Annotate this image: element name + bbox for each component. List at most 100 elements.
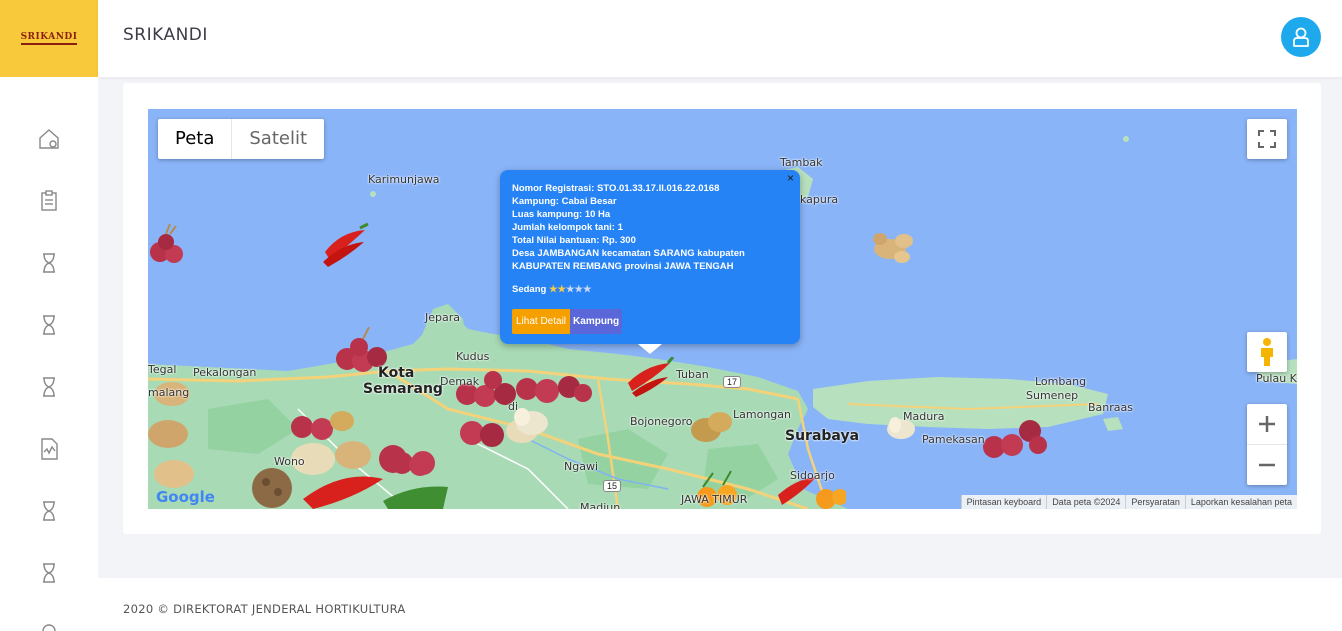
hourglass-icon [43,563,55,583]
info-line: Luas kampung: 10 Ha [512,209,611,220]
sidebar-item-hourglass-1[interactable] [37,251,61,275]
map-attribution: Pintasan keyboard Data peta ©2024 Persya… [960,495,1297,509]
logo[interactable]: SRIKANDI [0,0,98,77]
sidebar-item-hourglass-4[interactable] [37,499,61,523]
sidebar-item-clipboard[interactable] [37,189,61,213]
place-pamekasan: Pamekasan [922,433,985,446]
hourglass-icon [43,377,55,397]
home-icon [39,129,59,149]
sidebar-item-hourglass-5[interactable] [37,561,61,585]
place-madiun: Madiun [580,501,621,509]
place-madura: Madura [903,410,945,423]
star-empty-icon: ★★★ [566,284,592,295]
place-sumenep: Sumenep [1026,389,1079,402]
hourglass-icon [43,315,55,335]
place-lamongan: Lamongan [733,408,791,421]
map[interactable]: Karimunjawa Tambak kapura Jepara Kudus P… [148,109,1297,509]
place-tuban: Tuban [676,368,709,381]
sidebar-item-hourglass-2[interactable] [37,313,61,337]
minus-icon [1259,463,1275,466]
place-banraas: Banraas [1088,401,1133,414]
top-bar: SRIKANDI [98,0,1342,77]
place-jawa-timur: JAWA TIMUR [681,493,748,506]
sidebar [0,77,98,631]
fullscreen-icon [1258,130,1276,148]
map-data-text: Data peta ©2024 [1046,495,1125,509]
shallot-marker[interactable] [148,223,188,273]
rating-label: Sedang [512,284,547,295]
user-avatar-button[interactable] [1281,17,1321,57]
hourglass-icon [43,253,55,273]
info-window: × Nomor Registrasi: STO.01.33.17.II.016.… [500,170,800,354]
zoom-in-button[interactable] [1247,405,1287,445]
user-icon [1293,27,1309,47]
place-kota: Kota [378,365,415,381]
place-demak: Demak [440,375,480,388]
star-icon: ★★ [548,284,566,295]
place-pulau: Pulau K [1256,372,1297,385]
keyboard-shortcuts-link[interactable]: Pintasan keyboard [960,495,1047,509]
info-line: Desa JAMBANGAN kecamatan SARANG kabupate… [512,248,745,259]
clipboard-icon [41,190,57,211]
place-surabaya: Surabaya [785,428,860,444]
chili-marker-selected[interactable] [626,356,675,402]
google-logo[interactable]: Google [156,488,215,506]
rating: Sedang ★★★★★ [512,283,788,296]
sidebar-item-settings[interactable] [37,619,61,631]
lihat-detail-button[interactable]: Lihat Detail [512,309,571,334]
logo-text: SRIKANDI [20,32,78,45]
page-title: SRIKANDI [123,25,208,45]
potato-marker[interactable] [688,404,734,453]
pegman-icon [1261,338,1273,366]
info-line: KABUPATEN REMBANG provinsi JAWA TENGAH [512,261,734,272]
info-line: Kampung: Cabai Besar [512,196,617,207]
shallot-marker-6[interactable] [388,439,438,484]
footer: 2020 © DIREKTORAT JENDERAL HORTIKULTURA [98,578,1342,631]
report-error-link[interactable]: Laporkan kesalahan peta [1184,495,1297,509]
sidebar-item-home[interactable] [37,127,61,151]
place-bojonegoro: Bojonegoro [630,415,693,428]
place-karimunjawa: Karimunjawa [368,173,440,186]
chart-document-icon [41,438,58,460]
place-kudus: Kudus [456,350,490,363]
place-sangkapura: kapura [800,193,839,206]
place-jepara: Jepara [425,311,460,324]
zoom-control [1247,404,1287,485]
shallot-marker-7[interactable] [980,409,1050,469]
place-tambak: Tambak [780,156,823,169]
zoom-out-button[interactable] [1247,445,1287,485]
map-type-satelit-button[interactable]: Satelit [231,119,324,159]
road-marker-17: 17 [723,376,742,388]
road-marker-15: 15 [603,480,622,492]
map-type-control: Peta Satelit [158,119,325,159]
info-line: Nomor Registrasi: STO.01.33.17.II.016.22… [512,183,720,194]
place-pemalang: malang [148,386,190,399]
place-wono: Wono [274,455,305,468]
info-line: Total Nilai bantuan: Rp. 300 [512,235,636,246]
street-view-pegman[interactable] [1247,332,1287,372]
place-sidoarjo: Sidoarjo [790,469,835,482]
place-pekalongan: Pekalongan [193,366,257,379]
footer-text: 2020 © DIREKTORAT JENDERAL HORTIKULTURA [123,602,406,616]
place-tegal: Tegal [148,363,177,376]
terms-link[interactable]: Persyaratan [1125,495,1185,509]
fullscreen-button[interactable] [1247,119,1287,159]
hourglass-icon [43,501,55,521]
chili-marker[interactable] [320,222,370,273]
map-type-peta-button[interactable]: Peta [158,119,231,159]
place-lombang: Lombang [1035,375,1087,388]
place-semarang: Semarang [363,381,443,397]
google-logo-text: Google [156,488,215,506]
info-actions: Lihat Detail Kampung [512,309,788,334]
sidebar-item-report[interactable] [37,437,61,461]
info-window-tail [638,344,662,354]
close-icon[interactable]: × [787,172,794,185]
gear-icon [42,624,56,631]
plus-icon [1259,416,1275,432]
sidebar-item-hourglass-3[interactable] [37,375,61,399]
mushroom-marker[interactable] [248,464,298,509]
kampung-button[interactable]: Kampung [570,309,623,334]
ginger-marker[interactable] [868,227,918,272]
place-ngawi: Ngawi [564,460,599,473]
place-di: di [508,400,519,413]
